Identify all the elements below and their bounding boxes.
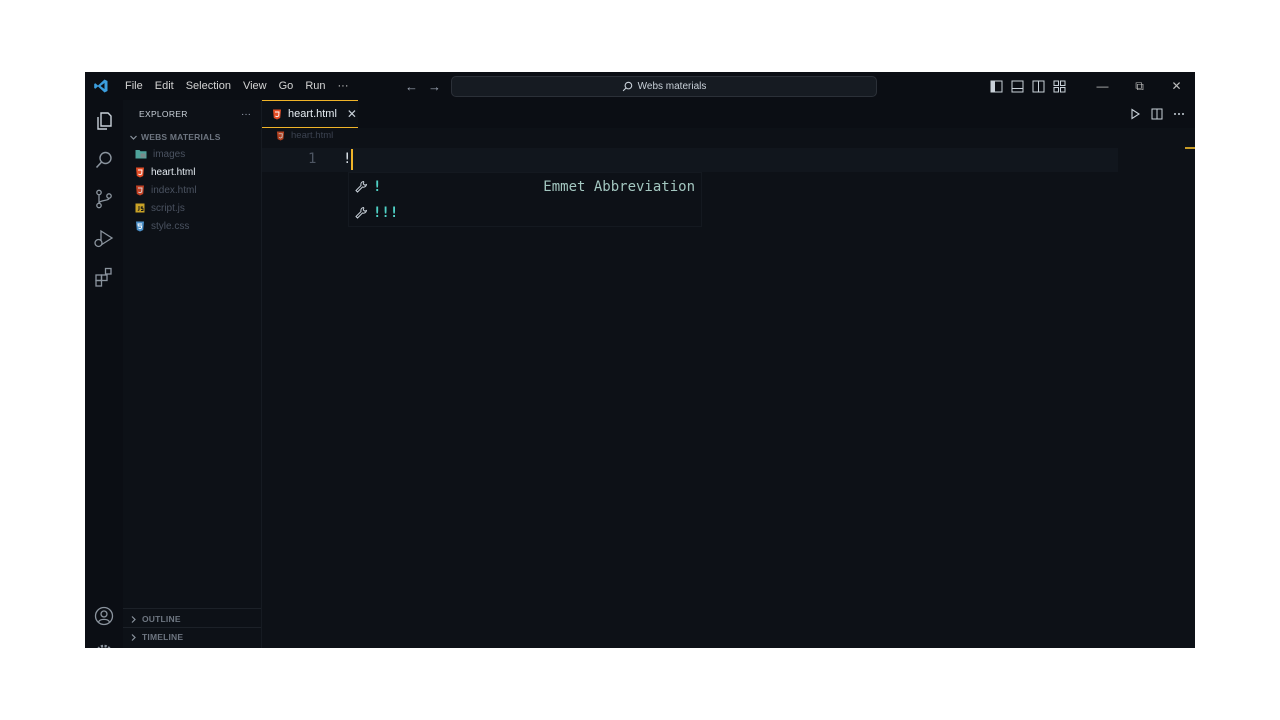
outline-section[interactable]: OUTLINE <box>129 614 181 624</box>
file-label: index.html <box>151 184 197 196</box>
scrollbar-marker <box>1185 147 1195 149</box>
forward-arrow-icon[interactable]: → <box>428 79 441 94</box>
menu-run[interactable]: Run <box>299 72 331 100</box>
source-control-icon[interactable] <box>93 188 115 210</box>
wrench-icon <box>355 180 368 193</box>
line-number: 1 <box>308 151 317 167</box>
text-cursor <box>351 149 353 170</box>
menu-more[interactable]: ··· <box>332 72 355 100</box>
menu-edit[interactable]: Edit <box>149 72 180 100</box>
html-file-icon <box>136 167 144 177</box>
search-text: Webs materials <box>637 81 707 92</box>
file-item-images[interactable]: images <box>135 145 185 163</box>
run-debug-icon[interactable] <box>93 227 115 249</box>
suggestion-item[interactable]: !!! <box>349 200 701 226</box>
suggestion-widget: ! Emmet Abbreviation !!! <box>348 172 702 227</box>
explorer-more-button[interactable]: ··· <box>241 109 251 120</box>
search-icon[interactable] <box>93 149 115 171</box>
current-line-highlight <box>262 148 1118 172</box>
suggestion-label: ! <box>373 179 382 195</box>
editor-actions <box>1129 100 1185 128</box>
explorer-title: EXPLORER <box>139 109 188 119</box>
wrench-icon <box>355 206 368 219</box>
tab-heart-html[interactable]: heart.html ✕ <box>262 100 358 128</box>
menu-go[interactable]: Go <box>273 72 300 100</box>
breadcrumb-label: heart.html <box>291 130 334 141</box>
restore-button[interactable]: ⧉ <box>1121 72 1158 100</box>
explorer-header: EXPLORER ··· <box>139 100 259 128</box>
workspace-folder[interactable]: WEBS MATERIALS <box>129 132 221 142</box>
navigation-arrows: ← → <box>405 72 441 100</box>
file-label: script.js <box>151 202 185 214</box>
html-file-icon <box>273 109 281 119</box>
chevron-right-icon <box>131 633 136 641</box>
back-arrow-icon[interactable]: ← <box>405 79 418 94</box>
workspace-folder-label: WEBS MATERIALS <box>141 132 221 142</box>
file-label: heart.html <box>151 166 196 178</box>
minimize-button[interactable]: — <box>1084 72 1121 100</box>
activity-bar <box>85 100 123 648</box>
explorer-sidebar: EXPLORER ··· WEBS MATERIALS images heart… <box>123 100 262 648</box>
html-file-icon <box>276 131 285 140</box>
extensions-icon[interactable] <box>93 266 115 288</box>
chevron-right-icon <box>131 615 136 623</box>
file-item-index-html[interactable]: index.html <box>135 181 197 199</box>
outline-label: OUTLINE <box>142 614 181 624</box>
tab-label: heart.html <box>288 108 337 120</box>
js-file-icon <box>135 203 145 213</box>
search-icon <box>622 81 632 92</box>
menu-bar: File Edit Selection View Go Run ··· <box>119 72 355 100</box>
tab-close-icon[interactable]: ✕ <box>347 107 357 121</box>
vscode-logo-icon <box>94 79 108 93</box>
suggestion-item[interactable]: ! Emmet Abbreviation <box>349 174 701 200</box>
toggle-primary-sidebar-icon[interactable] <box>990 80 1003 93</box>
html-file-icon <box>136 185 144 195</box>
more-actions-icon[interactable] <box>1173 108 1185 120</box>
timeline-label: TIMELINE <box>142 632 184 642</box>
sidebar-divider <box>123 608 261 609</box>
customize-layout-icon[interactable] <box>1053 80 1066 93</box>
file-item-heart-html[interactable]: heart.html <box>135 163 195 181</box>
menu-selection[interactable]: Selection <box>180 72 237 100</box>
timeline-section[interactable]: TIMELINE <box>129 632 183 642</box>
explorer-icon[interactable] <box>93 110 115 132</box>
command-center-search[interactable]: Webs materials <box>451 76 877 97</box>
layout-controls <box>990 80 1066 93</box>
file-item-style-css[interactable]: style.css <box>135 217 189 235</box>
accounts-icon[interactable] <box>93 605 115 627</box>
editor-tabs: heart.html ✕ <box>262 100 1195 128</box>
file-item-script-js[interactable]: script.js <box>135 199 185 217</box>
close-window-button[interactable]: ✕ <box>1158 72 1195 100</box>
chevron-down-icon <box>130 135 137 140</box>
title-bar: File Edit Selection View Go Run ··· ← → … <box>85 72 1195 100</box>
suggestion-label: !!! <box>373 205 399 221</box>
suggestion-detail: Emmet Abbreviation <box>543 179 695 195</box>
menu-file[interactable]: File <box>119 72 149 100</box>
file-label: images <box>153 148 186 160</box>
window-controls: — ⧉ ✕ <box>990 72 1195 100</box>
breadcrumb[interactable]: heart.html <box>276 130 333 141</box>
manage-gear-icon[interactable] <box>93 642 115 648</box>
menu-view[interactable]: View <box>237 72 273 100</box>
vscode-window: File Edit Selection View Go Run ··· ← → … <box>85 72 1195 648</box>
split-editor-icon[interactable] <box>1151 108 1163 120</box>
toggle-panel-icon[interactable] <box>1011 80 1024 93</box>
editor-area: heart.html ✕ heart.html 1 ! ! Emmet Abbr… <box>262 100 1195 648</box>
run-play-icon[interactable] <box>1129 108 1141 120</box>
image-folder-icon <box>135 150 147 159</box>
file-label: style.css <box>151 220 190 232</box>
sidebar-divider <box>123 627 261 628</box>
css-file-icon <box>136 221 144 231</box>
toggle-secondary-sidebar-icon[interactable] <box>1032 80 1045 93</box>
